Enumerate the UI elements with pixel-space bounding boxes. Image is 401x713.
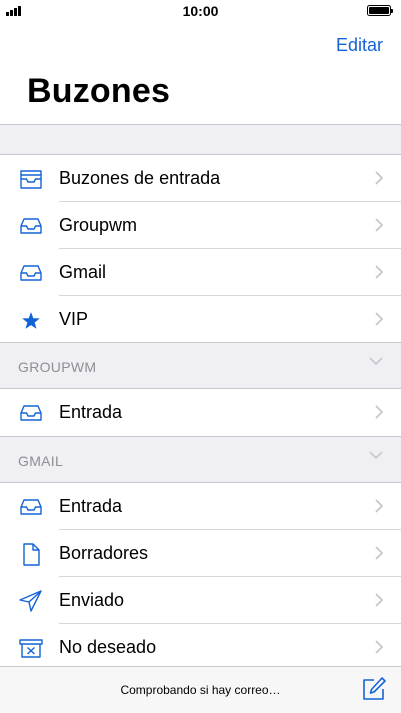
chevron-down-icon [369,451,383,459]
chevron-down-icon [369,357,383,365]
section-header-gmail[interactable]: GMAIL [0,436,401,483]
section-header-groupwm[interactable]: GROUPWM [0,342,401,389]
mailbox-row-vip[interactable]: VIP [0,296,401,343]
battery-icon [367,5,393,16]
mailbox-row-all-inboxes[interactable]: Buzones de entrada [0,155,401,202]
mailbox-label: Gmail [59,262,107,282]
inbox-tray-icon [20,265,42,281]
document-icon [23,543,40,566]
chevron-right-icon [375,171,383,185]
mailbox-label: Entrada [59,402,123,422]
chevron-right-icon [375,499,383,513]
edit-button[interactable]: Editar [336,35,383,56]
mailbox-row-groupwm-inbox[interactable]: Entrada [0,389,401,436]
all-inboxes-icon [20,170,42,189]
mailbox-label: Borradores [59,543,149,563]
section-header-label: GMAIL [18,453,64,469]
status-bar: 10:00 [0,0,401,22]
paper-plane-icon [19,590,42,612]
bottom-toolbar: Comprobando si hay correo… [0,666,401,713]
mailbox-row-gmail[interactable]: Gmail [0,249,401,296]
chevron-right-icon [375,312,383,326]
mailbox-label: Buzones de entrada [59,168,221,188]
mailbox-row-drafts[interactable]: Borradores [0,530,401,577]
junk-bin-icon [19,639,43,658]
star-icon [22,312,40,329]
mailbox-label: Enviado [59,590,125,610]
chevron-right-icon [375,405,383,419]
inbox-tray-icon [20,218,42,234]
mailbox-row-sent[interactable]: Enviado [0,577,401,624]
section-header-label: GROUPWM [18,359,97,375]
mailbox-label: Entrada [59,496,123,516]
mailbox-row-groupwm[interactable]: Groupwm [0,202,401,249]
chevron-right-icon [375,265,383,279]
page-title: Buzones [27,72,171,110]
chevron-right-icon [375,546,383,560]
chevron-right-icon [375,593,383,607]
sync-status-text: Comprobando si hay correo… [120,683,281,697]
section-spacer [0,124,401,155]
chevron-right-icon [375,640,383,654]
chevron-right-icon [375,218,383,232]
mailbox-label: VIP [59,309,89,329]
mailbox-row-gmail-inbox[interactable]: Entrada [0,483,401,530]
mailbox-label: Groupwm [59,215,138,235]
compose-icon[interactable] [361,676,387,702]
mailbox-row-junk[interactable]: No deseado [0,624,401,671]
inbox-tray-icon [20,499,42,515]
inbox-tray-icon [20,405,42,421]
mailbox-label: No deseado [59,637,157,657]
status-time: 10:00 [182,3,219,19]
